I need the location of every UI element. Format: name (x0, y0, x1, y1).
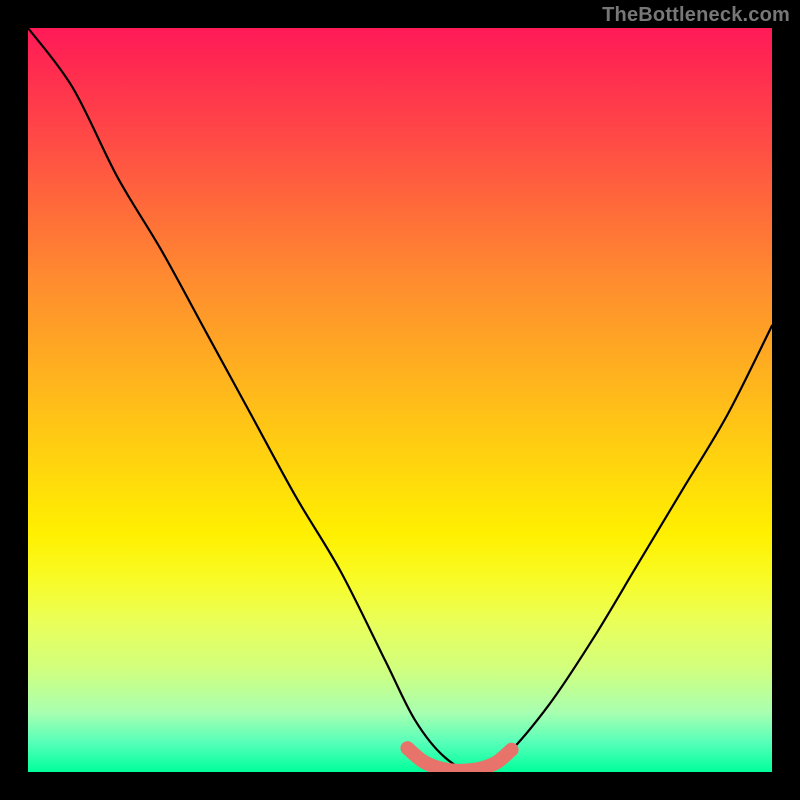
chart-frame: TheBottleneck.com (0, 0, 800, 800)
watermark-text: TheBottleneck.com (602, 4, 790, 27)
accent-segment (407, 748, 511, 771)
plot-area (28, 28, 772, 772)
bottleneck-curve (28, 28, 772, 772)
chart-svg (28, 28, 772, 772)
